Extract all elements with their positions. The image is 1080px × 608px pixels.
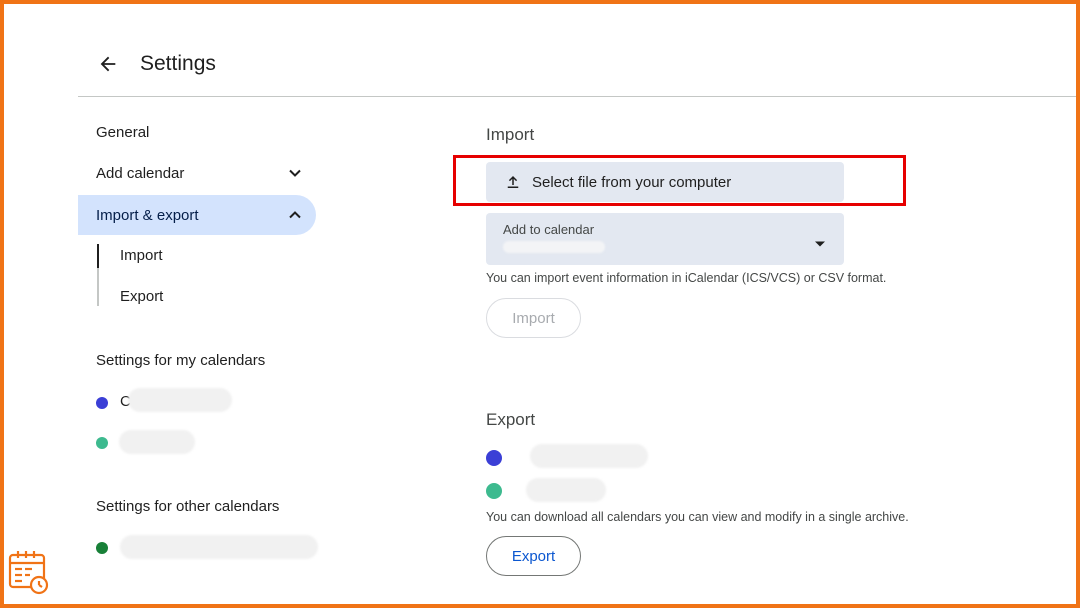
import-button[interactable]: Import: [486, 298, 581, 338]
import-help-text: You can import event information in iCal…: [486, 271, 887, 285]
sidebar-item-label: Add calendar: [96, 164, 185, 182]
sidebar-item-label: Import & export: [96, 206, 199, 224]
calendar-logo-icon: [8, 549, 50, 597]
export-button[interactable]: Export: [486, 536, 581, 576]
page-title: Settings: [140, 52, 216, 75]
arrow-back-icon: [100, 56, 116, 72]
add-to-calendar-label: Add to calendar: [503, 222, 595, 237]
sidebar-item-general[interactable]: General: [78, 112, 316, 152]
chevron-down-icon: [288, 166, 302, 180]
redacted-calendar-name: [530, 444, 648, 468]
redacted-calendar-name: [526, 478, 606, 502]
other-calendars-heading: Settings for other calendars: [96, 498, 280, 515]
calendar-color-dot: [486, 450, 502, 466]
subnav-indicator: [97, 244, 99, 306]
header-divider: [78, 96, 1078, 97]
calendar-color-dot: [96, 437, 108, 449]
subnav-active-indicator: [97, 244, 99, 268]
export-section-title: Export: [486, 410, 536, 429]
dropdown-arrow-icon: [814, 235, 826, 253]
import-section-title: Import: [486, 125, 535, 144]
add-to-calendar-select[interactable]: Add to calendar: [486, 213, 844, 265]
highlight-annotation: [453, 155, 906, 206]
export-help-text: You can download all calendars you can v…: [486, 510, 909, 524]
sidebar-item-add-calendar[interactable]: Add calendar: [78, 153, 316, 193]
calendar-color-dot: [96, 542, 108, 554]
calendar-color-dot: [96, 397, 108, 409]
redacted-calendar-name: [128, 388, 232, 412]
chevron-up-icon: [288, 208, 302, 222]
back-button[interactable]: [94, 50, 122, 78]
sidebar-item-import-export[interactable]: Import & export: [78, 195, 316, 235]
sidebar-item-label: General: [96, 123, 150, 141]
redacted-calendar-name[interactable]: [119, 430, 195, 454]
subnav-item-import[interactable]: Import: [120, 247, 163, 264]
my-calendars-heading: Settings for my calendars: [96, 352, 266, 369]
calendar-color-dot: [486, 483, 502, 499]
redacted-calendar-name[interactable]: [120, 535, 318, 559]
redacted-calendar-value: [503, 241, 605, 253]
subnav-item-export[interactable]: Export: [120, 288, 163, 305]
